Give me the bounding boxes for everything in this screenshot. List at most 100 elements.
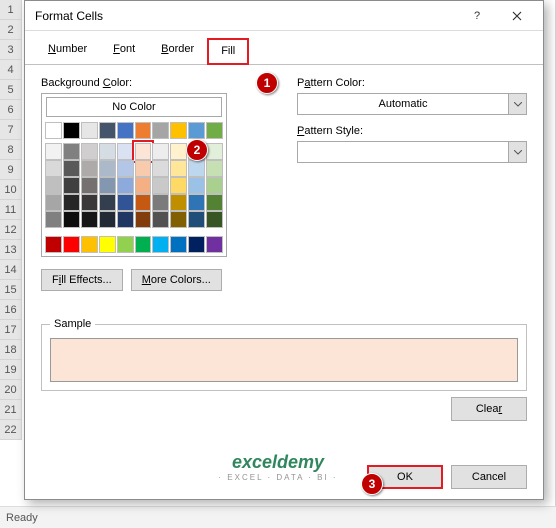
pattern-color-combo[interactable]: Automatic bbox=[297, 93, 527, 115]
color-swatch[interactable] bbox=[63, 122, 80, 139]
color-swatch[interactable] bbox=[99, 236, 116, 253]
color-swatch[interactable] bbox=[63, 211, 80, 228]
clear-button[interactable]: Clear bbox=[451, 397, 527, 421]
color-swatch[interactable] bbox=[81, 236, 98, 253]
color-swatch[interactable] bbox=[170, 122, 187, 139]
color-swatch[interactable] bbox=[99, 143, 116, 160]
row-header[interactable]: 17 bbox=[0, 320, 22, 340]
color-swatch[interactable] bbox=[135, 194, 152, 211]
row-header[interactable]: 6 bbox=[0, 100, 22, 120]
color-swatch[interactable] bbox=[63, 160, 80, 177]
cancel-button[interactable]: Cancel bbox=[451, 465, 527, 489]
color-swatch[interactable] bbox=[135, 236, 152, 253]
color-swatch[interactable] bbox=[117, 236, 134, 253]
color-swatch[interactable] bbox=[99, 194, 116, 211]
row-header[interactable]: 5 bbox=[0, 80, 22, 100]
color-swatch[interactable] bbox=[188, 236, 205, 253]
help-button[interactable]: ? bbox=[457, 3, 497, 29]
color-swatch[interactable] bbox=[152, 122, 169, 139]
color-swatch[interactable] bbox=[135, 122, 152, 139]
color-swatch[interactable] bbox=[63, 236, 80, 253]
row-header[interactable]: 2 bbox=[0, 20, 22, 40]
tab-border[interactable]: Border bbox=[148, 37, 207, 64]
pattern-style-combo[interactable] bbox=[297, 141, 527, 163]
color-swatch[interactable] bbox=[45, 236, 62, 253]
color-swatch[interactable] bbox=[206, 211, 223, 228]
row-header[interactable]: 20 bbox=[0, 380, 22, 400]
color-swatch[interactable] bbox=[99, 160, 116, 177]
row-header[interactable]: 11 bbox=[0, 200, 22, 220]
row-header[interactable]: 9 bbox=[0, 160, 22, 180]
color-swatch[interactable] bbox=[152, 211, 169, 228]
color-swatch[interactable] bbox=[117, 122, 134, 139]
more-colors-button[interactable]: More Colors... bbox=[131, 269, 222, 291]
color-swatch[interactable] bbox=[45, 160, 62, 177]
color-swatch[interactable] bbox=[81, 211, 98, 228]
color-swatch[interactable] bbox=[135, 211, 152, 228]
color-swatch[interactable] bbox=[117, 160, 134, 177]
color-swatch[interactable] bbox=[81, 160, 98, 177]
color-swatch[interactable] bbox=[45, 143, 62, 160]
row-header[interactable]: 19 bbox=[0, 360, 22, 380]
tab-fill[interactable]: Fill bbox=[207, 38, 249, 65]
color-swatch[interactable] bbox=[188, 211, 205, 228]
color-swatch[interactable] bbox=[152, 236, 169, 253]
color-swatch[interactable] bbox=[206, 177, 223, 194]
row-header[interactable]: 10 bbox=[0, 180, 22, 200]
color-swatch[interactable] bbox=[135, 160, 152, 177]
color-swatch[interactable] bbox=[117, 211, 134, 228]
row-header[interactable]: 8 bbox=[0, 140, 22, 160]
color-swatch[interactable] bbox=[170, 236, 187, 253]
color-swatch[interactable] bbox=[135, 177, 152, 194]
tab-number[interactable]: Number bbox=[35, 37, 100, 64]
row-header[interactable]: 3 bbox=[0, 40, 22, 60]
row-header[interactable]: 16 bbox=[0, 300, 22, 320]
close-button[interactable] bbox=[497, 3, 537, 29]
color-swatch[interactable] bbox=[170, 143, 187, 160]
row-header[interactable]: 15 bbox=[0, 280, 22, 300]
color-swatch[interactable] bbox=[206, 143, 223, 160]
color-swatch[interactable] bbox=[188, 194, 205, 211]
color-swatch[interactable] bbox=[188, 122, 205, 139]
color-swatch[interactable] bbox=[45, 122, 62, 139]
color-swatch[interactable] bbox=[81, 177, 98, 194]
fill-effects-button[interactable]: Fill Effects... bbox=[41, 269, 123, 291]
color-swatch[interactable] bbox=[170, 211, 187, 228]
color-swatch[interactable] bbox=[117, 177, 134, 194]
no-color-button[interactable]: No Color bbox=[46, 97, 222, 117]
color-swatch[interactable] bbox=[45, 211, 62, 228]
color-swatch[interactable] bbox=[188, 160, 205, 177]
row-header[interactable]: 14 bbox=[0, 260, 22, 280]
color-swatch[interactable] bbox=[206, 160, 223, 177]
row-header[interactable]: 18 bbox=[0, 340, 22, 360]
color-swatch[interactable] bbox=[170, 194, 187, 211]
tab-font[interactable]: Font bbox=[100, 37, 148, 64]
color-swatch[interactable] bbox=[99, 177, 116, 194]
color-swatch[interactable] bbox=[117, 143, 134, 160]
color-swatch[interactable] bbox=[81, 194, 98, 211]
row-header[interactable]: 4 bbox=[0, 60, 22, 80]
color-swatch[interactable] bbox=[135, 143, 152, 160]
color-swatch[interactable] bbox=[206, 194, 223, 211]
color-swatch[interactable] bbox=[45, 177, 62, 194]
color-swatch[interactable] bbox=[81, 143, 98, 160]
color-swatch[interactable] bbox=[99, 122, 116, 139]
row-header[interactable]: 22 bbox=[0, 420, 22, 440]
color-swatch[interactable] bbox=[188, 177, 205, 194]
color-swatch[interactable] bbox=[63, 177, 80, 194]
color-swatch[interactable] bbox=[81, 122, 98, 139]
color-swatch[interactable] bbox=[206, 122, 223, 139]
color-swatch[interactable] bbox=[170, 177, 187, 194]
row-header[interactable]: 13 bbox=[0, 240, 22, 260]
color-swatch[interactable] bbox=[63, 194, 80, 211]
row-header[interactable]: 21 bbox=[0, 400, 22, 420]
color-swatch[interactable] bbox=[152, 160, 169, 177]
color-swatch[interactable] bbox=[117, 194, 134, 211]
color-swatch[interactable] bbox=[152, 143, 169, 160]
color-swatch[interactable] bbox=[152, 177, 169, 194]
row-header[interactable]: 7 bbox=[0, 120, 22, 140]
color-swatch[interactable] bbox=[99, 211, 116, 228]
color-swatch[interactable] bbox=[63, 143, 80, 160]
color-swatch[interactable] bbox=[152, 194, 169, 211]
color-swatch[interactable] bbox=[206, 236, 223, 253]
